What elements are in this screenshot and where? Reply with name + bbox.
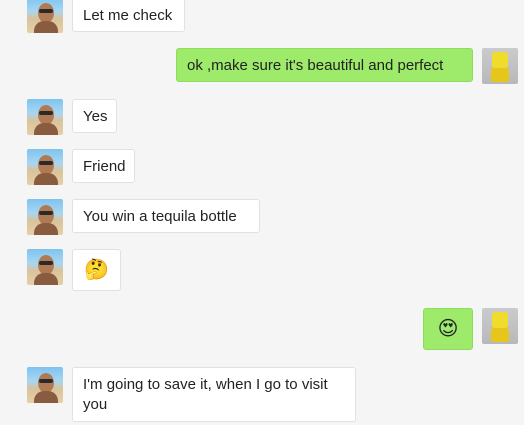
message-bubble: Yes [72, 99, 117, 133]
message-bubble: You win a tequila bottle [72, 199, 260, 233]
thinking-face-emoji-icon: 🤔 [84, 259, 109, 281]
message-bubble: ok ,make sure it's beautiful and perfect [176, 48, 473, 82]
message-text: ok ,make sure it's beautiful and perfect [187, 57, 444, 74]
message-text: I'm going to save it, when I go to visit… [83, 376, 328, 413]
contact-avatar[interactable] [27, 367, 63, 403]
message-text: Yes [83, 108, 108, 125]
user-avatar[interactable] [482, 48, 518, 84]
user-avatar[interactable] [482, 308, 518, 344]
contact-avatar[interactable] [27, 99, 63, 135]
message-text: Let me check [83, 7, 173, 24]
message-bubble: 🤔 [72, 249, 121, 291]
message-bubble: Friend [72, 149, 135, 183]
chat-window: Let me check ok ,make sure it's beautifu… [0, 0, 524, 425]
message-text: Friend [83, 158, 126, 175]
contact-avatar[interactable] [27, 149, 63, 185]
contact-avatar[interactable] [27, 249, 63, 285]
contact-avatar[interactable] [27, 0, 63, 33]
contact-avatar[interactable] [27, 199, 63, 235]
message-bubble: I'm going to save it, when I go to visit… [72, 367, 356, 422]
message-bubble: Let me check [72, 0, 185, 32]
heart-eyes-emoji-icon: 😍 [437, 318, 459, 340]
message-bubble: 😍 [423, 308, 473, 350]
message-text: You win a tequila bottle [83, 208, 237, 225]
